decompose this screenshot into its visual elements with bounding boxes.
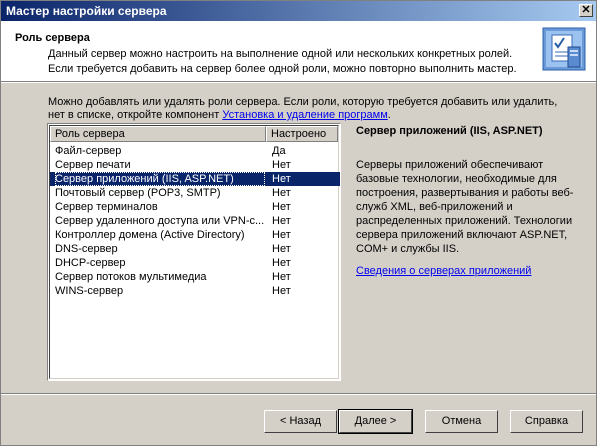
table-row[interactable]: Сервер терминалов Нет: [50, 200, 340, 214]
intro-text-line-2: нет в списке, откройте компонент Установ…: [48, 109, 391, 121]
header-divider: [1, 82, 596, 83]
role-details-description: Серверы приложений обеспечивают базовые …: [356, 159, 574, 255]
column-header-role[interactable]: Роль сервера: [50, 126, 266, 142]
role-details-title: Сервер приложений (IIS, ASP.NET): [356, 125, 543, 137]
table-row[interactable]: Сервер приложений (IIS, ASP.NET) Нет: [50, 172, 340, 186]
role-name-cell: Сервер печати: [55, 159, 131, 171]
role-name-cell: DNS-сервер: [55, 243, 118, 255]
server-roles-list[interactable]: Роль сервера Настроено Файл-сервер Да Серв…: [47, 123, 341, 381]
column-header-configured[interactable]: Настроено: [266, 126, 338, 142]
table-row[interactable]: DHCP-сервер Нет: [50, 256, 340, 270]
role-name-cell: Сервер приложений (IIS, ASP.NET): [55, 172, 265, 186]
role-name-cell: Файл-сервер: [55, 145, 122, 157]
wizard-window: Мастер настройки сервера ✕ Роль сервера …: [0, 0, 597, 446]
cancel-button[interactable]: Отмена: [425, 410, 498, 433]
help-button[interactable]: Справка: [510, 410, 583, 433]
table-row[interactable]: Сервер печати Нет: [50, 158, 340, 172]
footer-divider-highlight: [1, 394, 596, 395]
configured-cell: Да: [272, 145, 286, 157]
header-description-line-1: Данный сервер можно настроить на выполне…: [48, 48, 513, 60]
window-title: Мастер настройки сервера: [6, 4, 167, 18]
table-row[interactable]: Файл-сервер Да: [50, 144, 340, 158]
wizard-server-icon: [542, 27, 586, 71]
intro-text-line-1: Можно добавлять или удалять роли сервера…: [48, 96, 558, 108]
role-name-cell: Почтовый сервер (POP3, SMTP): [55, 187, 221, 199]
configured-cell: Нет: [272, 229, 291, 241]
intro-text-suffix: .: [387, 109, 391, 121]
configured-cell: Нет: [272, 271, 291, 283]
page-title: Роль сервера: [15, 32, 90, 44]
server-roles-list-body: Роль сервера Настроено Файл-сервер Да Серв…: [49, 125, 340, 379]
table-row[interactable]: Почтовый сервер (POP3, SMTP) Нет: [50, 186, 340, 200]
role-name-cell: Сервер терминалов: [55, 201, 158, 213]
header-description-line-2: Если требуется добавить на сервер более …: [48, 63, 517, 75]
role-details-link[interactable]: Сведения о серверах приложений: [356, 265, 531, 277]
configured-cell: Нет: [272, 201, 291, 213]
table-row[interactable]: WINS-сервер Нет: [50, 284, 340, 298]
role-name-cell: Контроллер домена (Active Directory): [55, 229, 245, 241]
role-name-cell: Сервер потоков мультимедиа: [55, 271, 207, 283]
role-name-cell: Сервер удаленного доступа или VPN-с...: [55, 215, 265, 227]
configured-cell: Нет: [272, 159, 291, 171]
role-name-cell: DHCP-сервер: [55, 257, 126, 269]
configured-cell: Нет: [272, 215, 291, 227]
back-button[interactable]: < Назад: [264, 410, 337, 433]
table-row[interactable]: Сервер удаленного доступа или VPN-с... Не…: [50, 214, 340, 228]
configured-cell: Нет: [272, 243, 291, 255]
role-name-cell: WINS-сервер: [55, 285, 124, 297]
table-row[interactable]: Контроллер домена (Active Directory) Нет: [50, 228, 340, 242]
wizard-header: Роль сервера Данный сервер можно настрои…: [1, 21, 596, 82]
close-button[interactable]: ✕: [579, 4, 593, 17]
table-row[interactable]: DNS-сервер Нет: [50, 242, 340, 256]
configured-cell: Нет: [272, 173, 291, 185]
configured-cell: Нет: [272, 257, 291, 269]
add-remove-programs-link[interactable]: Установка и удаление программ: [222, 109, 387, 121]
next-button[interactable]: Далее >: [338, 409, 413, 434]
configured-cell: Нет: [272, 285, 291, 297]
title-bar[interactable]: Мастер настройки сервера ✕: [1, 1, 596, 21]
configured-cell: Нет: [272, 187, 291, 199]
intro-text-prefix: нет в списке, откройте компонент: [48, 109, 223, 121]
table-row[interactable]: Сервер потоков мультимедиа Нет: [50, 270, 340, 284]
